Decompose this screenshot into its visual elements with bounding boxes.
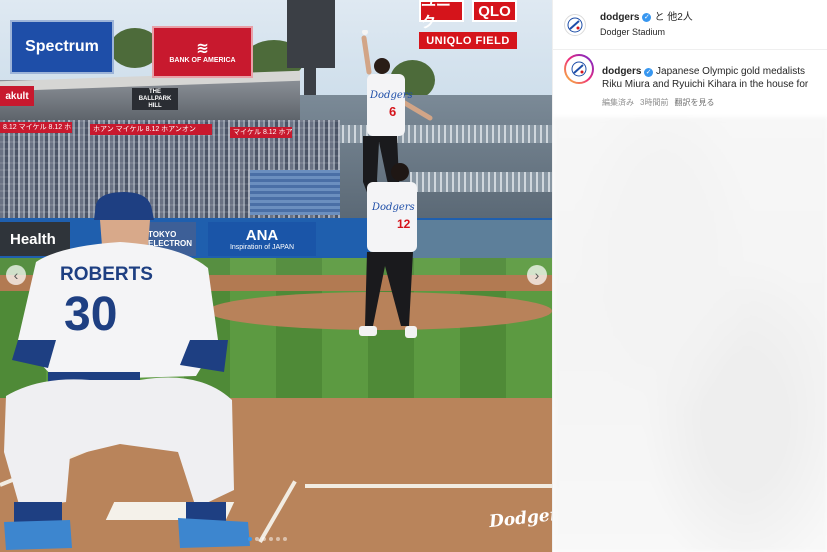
caption-text: dodgers ✓ Japanese Olympic gold medalist… bbox=[602, 65, 827, 91]
dodgers-logo-icon bbox=[571, 61, 587, 77]
light-tower bbox=[287, 0, 335, 68]
catcher-shoe bbox=[178, 518, 250, 548]
lifter-shoe bbox=[359, 326, 377, 336]
catcher-figure: ROBERTS 30 bbox=[4, 192, 250, 550]
catcher-shoe bbox=[4, 520, 72, 550]
see-translation-link[interactable]: 翻訳を見る bbox=[674, 97, 714, 108]
header-text: dodgers ✓ と 他2人 Dodger Stadium bbox=[600, 10, 693, 40]
carousel-dots bbox=[248, 537, 287, 541]
lifter-jersey-script: Dodgers bbox=[371, 202, 415, 213]
performer-head bbox=[374, 58, 390, 74]
carousel-dot[interactable] bbox=[283, 537, 287, 541]
location-link[interactable]: Dodger Stadium bbox=[600, 25, 693, 40]
empty-seats bbox=[250, 170, 340, 215]
bank-flag-icon: ≋ bbox=[196, 39, 209, 57]
baseball bbox=[362, 30, 368, 35]
ribbon-board: 8.12 マイケル 8.12 ホアン bbox=[0, 122, 72, 133]
hill-sign: THE BALLPARK HILL bbox=[132, 88, 178, 110]
batters-box-line bbox=[305, 484, 552, 488]
caption-body: dodgers ✓ Japanese Olympic gold medalist… bbox=[602, 54, 827, 114]
ribbon-board: ホアン マイケル 8.12 ホアンオン bbox=[90, 124, 212, 135]
catcher-pants bbox=[4, 377, 234, 508]
side-arm bbox=[400, 99, 433, 121]
bank-of-america-sign: ≋ BANK OF AMERICA bbox=[152, 26, 253, 78]
verified-icon: ✓ bbox=[642, 12, 652, 22]
header-row: dodgers ✓ と 他2人 bbox=[600, 10, 693, 25]
caption-meta: 編集済み 3時間前 翻訳を見る bbox=[602, 97, 827, 108]
performer-jersey-number: 6 bbox=[389, 104, 396, 119]
post-photo[interactable]: Spectrum ≋ BANK OF AMERICA akult THE BAL… bbox=[0, 0, 552, 552]
caption-username-link[interactable]: dodgers bbox=[602, 66, 641, 77]
ribbon-board: マイケル 8.12 ホアン bbox=[230, 127, 292, 138]
performers-figure: Dodgers 6 Dodgers 12 bbox=[359, 30, 433, 338]
verified-icon: ✓ bbox=[644, 68, 654, 77]
carousel-dot[interactable] bbox=[262, 537, 266, 541]
edited-label: 編集済み bbox=[602, 98, 634, 107]
carousel-prev-button[interactable]: ‹ bbox=[6, 265, 26, 285]
logo-dot bbox=[576, 26, 580, 29]
carousel-dot[interactable] bbox=[276, 537, 280, 541]
carousel-dot[interactable] bbox=[248, 537, 252, 541]
catcher-neck bbox=[100, 220, 150, 246]
lifter-shoe bbox=[405, 326, 417, 338]
carousel-next-button[interactable]: › bbox=[527, 265, 547, 285]
lifter-jersey-number: 12 bbox=[397, 217, 411, 231]
lifter-head bbox=[391, 163, 409, 181]
coauthors-link[interactable]: と 他2人 bbox=[654, 10, 692, 25]
uniqlo-katakana-sign: ユニク bbox=[419, 0, 464, 31]
catcher-jersey-number: 30 bbox=[64, 288, 117, 341]
carousel-dot[interactable] bbox=[269, 537, 273, 541]
blurred-comments-area bbox=[553, 117, 827, 552]
lifter-legs bbox=[365, 252, 413, 326]
post-header: dodgers ✓ と 他2人 Dodger Stadium bbox=[553, 0, 827, 50]
post-caption: dodgers ✓ Japanese Olympic gold medalist… bbox=[553, 54, 827, 114]
username-link[interactable]: dodgers bbox=[600, 10, 639, 25]
avatar[interactable] bbox=[564, 13, 586, 36]
logo-dot bbox=[580, 70, 584, 74]
performer-jersey bbox=[367, 74, 405, 136]
catcher-jersey-name: ROBERTS bbox=[60, 264, 153, 285]
spectrum-sign: Spectrum bbox=[10, 20, 114, 74]
dodgers-logo-icon bbox=[567, 17, 583, 32]
timestamp[interactable]: 3時間前 bbox=[640, 97, 668, 108]
catcher-cap bbox=[94, 192, 154, 220]
avatar bbox=[566, 56, 592, 82]
post-side-panel: dodgers ✓ と 他2人 Dodger Stadium dodgers ✓… bbox=[552, 0, 827, 552]
performer-jersey-script: Dodgers bbox=[369, 90, 413, 101]
raised-arm bbox=[361, 35, 372, 75]
story-ring[interactable] bbox=[564, 54, 594, 84]
yakult-sign: akult bbox=[0, 86, 34, 106]
uniqlo-latin-sign: QLO bbox=[472, 0, 517, 22]
carousel-dot[interactable] bbox=[255, 537, 259, 541]
